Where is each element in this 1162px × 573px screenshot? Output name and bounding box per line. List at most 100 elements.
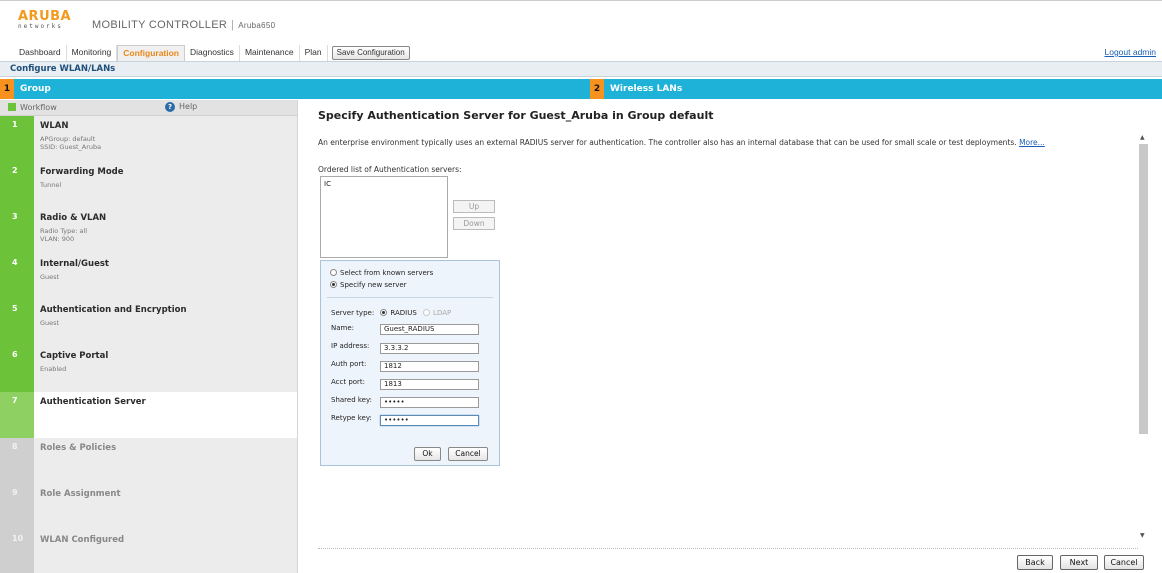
- tab-configuration[interactable]: Configuration: [117, 45, 185, 61]
- up-button[interactable]: Up: [453, 200, 495, 213]
- workflow-icon: [8, 103, 16, 111]
- server-dialog: Select from known servers Specify new se…: [320, 260, 500, 466]
- main-panel: Specify Authentication Server for Guest_…: [298, 100, 1162, 573]
- radio-icon[interactable]: [330, 281, 337, 288]
- step-summary-line: SSID: Guest_Aruba: [40, 143, 102, 151]
- workflow-step[interactable]: 9 Role Assignment: [0, 484, 297, 530]
- step-title: Authentication and Encryption: [40, 305, 187, 315]
- ok-button[interactable]: Ok: [414, 447, 441, 461]
- save-configuration-button[interactable]: Save Configuration: [331, 46, 410, 60]
- workflow-step[interactable]: 6 Captive Portal Enabled: [0, 346, 297, 392]
- next-button[interactable]: Next: [1060, 555, 1098, 570]
- shared-key-label: Shared key:: [331, 396, 372, 404]
- sidebar-header: Workflow ? Help: [0, 100, 297, 116]
- step-number: 9: [0, 484, 34, 530]
- auth-port-label: Auth port:: [331, 360, 367, 368]
- auth-port-field[interactable]: 1812: [380, 361, 479, 372]
- shared-key-field[interactable]: •••••: [380, 397, 479, 408]
- acct-port-label: Acct port:: [331, 378, 366, 386]
- step-summary-line: Radio Type: all: [40, 227, 88, 235]
- step-number: 10: [0, 530, 34, 573]
- step-summary: Guest: [40, 319, 59, 327]
- divider: [318, 548, 1138, 549]
- retype-key-field[interactable]: ••••••: [380, 415, 479, 426]
- tab-dashboard[interactable]: Dashboard: [14, 45, 67, 61]
- workflow-step[interactable]: 10 WLAN Configured: [0, 530, 297, 573]
- list-item[interactable]: IC: [321, 177, 447, 191]
- tab-plan[interactable]: Plan: [300, 45, 328, 61]
- divider: [327, 297, 493, 298]
- server-type-row: Server type: RADIUS LDAP: [331, 309, 452, 317]
- step-summary-line: Guest: [40, 273, 60, 281]
- scroll-thumb[interactable]: [1139, 144, 1148, 434]
- step-title: Roles & Policies: [40, 443, 117, 453]
- step-summary-line: VLAN: 900: [40, 235, 75, 243]
- tab-maintenance[interactable]: Maintenance: [240, 45, 300, 61]
- radio-new-server[interactable]: Specify new server: [330, 281, 407, 289]
- workflow-step[interactable]: 4 Internal/Guest Guest: [0, 254, 297, 300]
- step-summary: Enabled: [40, 365, 66, 373]
- workflow-step[interactable]: 1 WLAN APGroup: default SSID: Guest_Aruba: [0, 116, 297, 162]
- step-number: 3: [0, 208, 34, 254]
- product-title: MOBILITY CONTROLLER | Aruba650: [92, 19, 276, 31]
- controller-hostname: Aruba650: [238, 21, 276, 30]
- page-description: An enterprise environment typically uses…: [318, 138, 1045, 147]
- workflow-step[interactable]: 7 Authentication Server: [0, 392, 297, 438]
- step-summary-line: Guest: [40, 319, 60, 327]
- workflow-step[interactable]: 8 Roles & Policies: [0, 438, 297, 484]
- help-icon: ?: [165, 102, 175, 112]
- workflow-step[interactable]: 5 Authentication and Encryption Guest: [0, 300, 297, 346]
- workflow-tab[interactable]: Workflow: [8, 103, 57, 112]
- step-title: Authentication Server: [40, 397, 146, 407]
- radio-known-servers[interactable]: Select from known servers: [330, 269, 433, 277]
- step-summary-line: Enabled: [40, 365, 67, 373]
- step-number: 5: [0, 300, 34, 346]
- workflow-step[interactable]: 2 Forwarding Mode Tunnel: [0, 162, 297, 208]
- help-tab[interactable]: ? Help: [165, 102, 197, 112]
- ip-address-label: IP address:: [331, 342, 370, 350]
- name-field[interactable]: Guest_RADIUS: [380, 324, 479, 335]
- dialog-cancel-button[interactable]: Cancel: [448, 447, 488, 461]
- step-number: 7: [0, 392, 34, 438]
- workflow-sidebar: Workflow ? Help 1 WLAN APGroup: default SSID…: [0, 100, 298, 573]
- step-title: Radio & VLAN: [40, 213, 107, 223]
- name-label: Name:: [331, 324, 355, 332]
- step-title: Internal/Guest: [40, 259, 109, 269]
- down-button[interactable]: Down: [453, 217, 495, 230]
- ldap-radio: [423, 309, 431, 316]
- workflow-step[interactable]: 3 Radio & VLAN Radio Type: all VLAN: 900: [0, 208, 297, 254]
- step-summary-line: Tunnel: [40, 181, 62, 189]
- page-title: Specify Authentication Server for Guest_…: [318, 109, 714, 122]
- step-summary-line: APGroup: default: [40, 135, 96, 143]
- acct-port-field[interactable]: 1813: [380, 379, 479, 390]
- step-title: Forwarding Mode: [40, 167, 124, 177]
- step-number: 2: [0, 162, 34, 208]
- step-summary: Tunnel: [40, 181, 61, 189]
- radius-radio[interactable]: [380, 309, 388, 316]
- step-summary: APGroup: default SSID: Guest_Aruba: [40, 135, 101, 151]
- scroll-up-icon[interactable]: ▲: [1140, 134, 1145, 141]
- step-number: 4: [0, 254, 34, 300]
- more-link[interactable]: More...: [1019, 138, 1045, 147]
- logout-link[interactable]: Logout admin: [1104, 47, 1156, 57]
- vertical-scrollbar[interactable]: ▲ ▼: [1138, 134, 1148, 544]
- step-header-group[interactable]: 1 Group: [0, 79, 590, 99]
- step-header-wireless-lans[interactable]: 2 Wireless LANs: [590, 79, 1162, 99]
- ip-address-field[interactable]: 3.3.3.2: [380, 343, 479, 354]
- main-tabs: Dashboard Monitoring Configuration Diagn…: [14, 45, 410, 61]
- step-summary: Radio Type: all VLAN: 900: [40, 227, 87, 243]
- retype-key-label: Retype key:: [331, 414, 372, 422]
- breadcrumb: Configure WLAN/LANs: [0, 61, 1162, 77]
- server-list-label: Ordered list of Authentication servers:: [318, 165, 462, 174]
- cancel-button[interactable]: Cancel: [1104, 555, 1144, 570]
- tab-diagnostics[interactable]: Diagnostics: [185, 45, 240, 61]
- radio-icon[interactable]: [330, 269, 337, 276]
- step-title: Role Assignment: [40, 489, 121, 499]
- tab-monitoring[interactable]: Monitoring: [67, 45, 118, 61]
- step-title: Captive Portal: [40, 351, 109, 361]
- step-summary: Guest: [40, 273, 59, 281]
- step-number: 8: [0, 438, 34, 484]
- auth-server-list[interactable]: IC: [320, 176, 448, 258]
- scroll-down-icon[interactable]: ▼: [1140, 532, 1145, 539]
- back-button[interactable]: Back: [1017, 555, 1053, 570]
